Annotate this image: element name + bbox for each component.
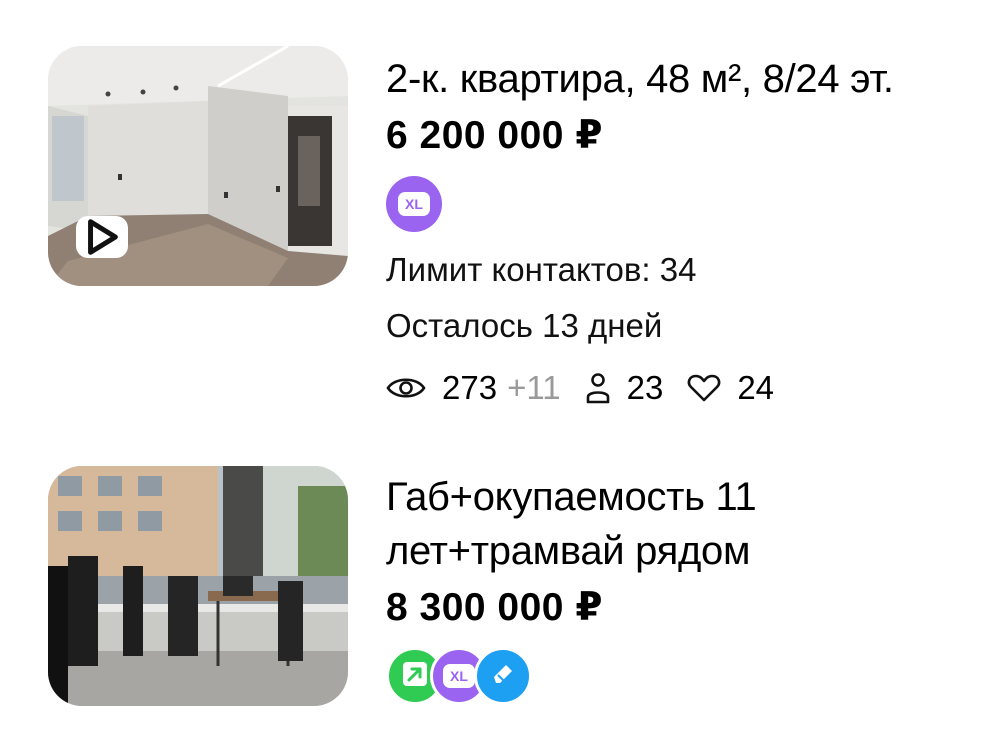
listing-info: Габ+окупаемость 11 лет+трамвай рядом 8 3… bbox=[386, 470, 986, 708]
person-icon bbox=[585, 372, 611, 404]
listing-photo[interactable] bbox=[48, 46, 348, 286]
days-left: Осталось 13 дней bbox=[386, 307, 663, 344]
contacts-limit: Лимит контактов: 34 bbox=[386, 251, 697, 288]
listing-info: 2-к. квартира, 48 м², 8/24 эт. 6 200 000… bbox=[386, 52, 986, 416]
highlight-badge[interactable] bbox=[474, 647, 532, 705]
service-badges: XL bbox=[386, 644, 986, 708]
xl-badge-label: XL bbox=[443, 664, 475, 688]
listing-stats: 273 +11 23 24 bbox=[386, 360, 986, 416]
listing-card[interactable]: Габ+окупаемость 11 лет+трамвай рядом 8 3… bbox=[0, 440, 1000, 731]
views-delta: +11 bbox=[507, 369, 561, 406]
heart-icon[interactable] bbox=[687, 373, 721, 403]
video-play-button[interactable] bbox=[76, 216, 128, 258]
eye-icon bbox=[386, 374, 426, 402]
views-count: 273 bbox=[442, 369, 498, 406]
play-icon bbox=[88, 219, 118, 255]
listing-photo[interactable] bbox=[48, 466, 348, 706]
listing-title[interactable]: 2-к. квартира, 48 м², 8/24 эт. bbox=[386, 52, 986, 106]
xl-badge[interactable]: XL bbox=[386, 176, 442, 232]
listing-price: 6 200 000 ₽ bbox=[386, 114, 603, 157]
listing-card[interactable]: 2-к. квартира, 48 м², 8/24 эт. 6 200 000… bbox=[0, 0, 1000, 440]
xl-badge-label: XL bbox=[398, 192, 430, 216]
office-photo bbox=[48, 466, 348, 706]
pen-icon bbox=[488, 659, 518, 694]
listing-price: 8 300 000 ₽ bbox=[386, 586, 603, 629]
arrow-up-right-icon bbox=[400, 659, 430, 694]
listing-title-line-1[interactable]: Габ+окупаемость 11 bbox=[386, 470, 986, 524]
favorites-count: 24 bbox=[737, 369, 775, 406]
service-badges: XL bbox=[386, 172, 986, 236]
listing-title-line-2[interactable]: лет+трамвай рядом bbox=[386, 524, 986, 578]
contacts-count: 23 bbox=[626, 369, 664, 406]
